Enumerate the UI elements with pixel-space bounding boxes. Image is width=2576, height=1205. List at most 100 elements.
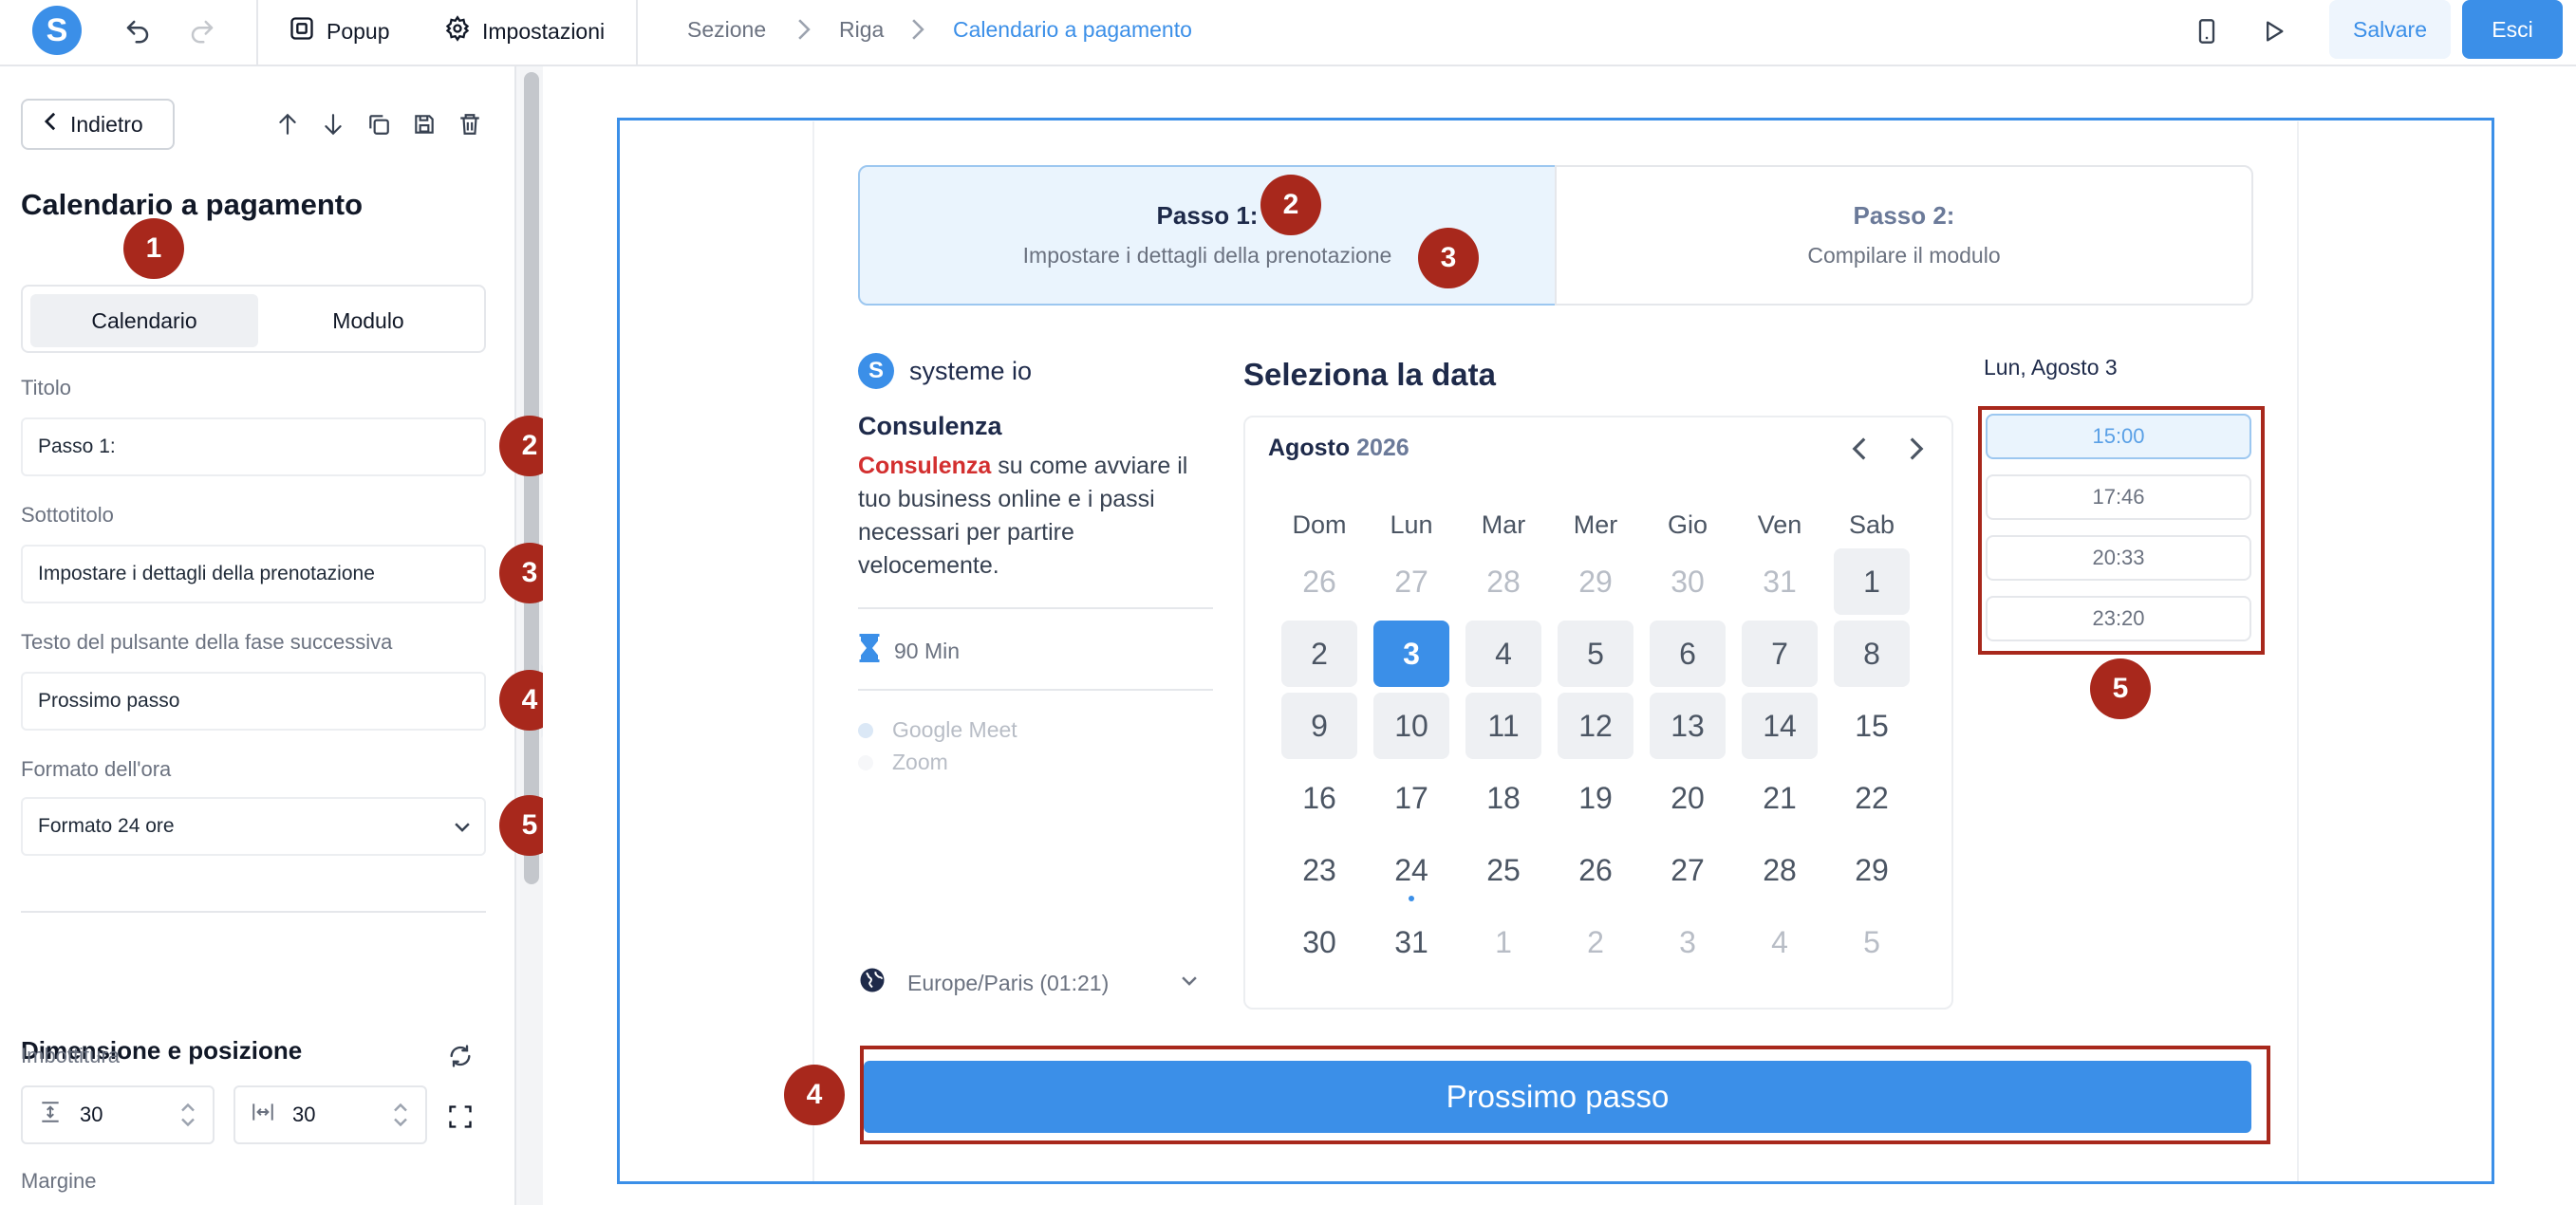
settings-button[interactable]: Impostazioni: [444, 13, 605, 49]
annotation-frame-next: [860, 1046, 2270, 1144]
calendar-day[interactable]: 10: [1373, 693, 1449, 759]
calendar-day: 29: [1578, 564, 1613, 599]
calendar-day[interactable]: 7: [1742, 621, 1818, 687]
reset-icon[interactable]: [444, 1040, 476, 1072]
calendar-day: 28: [1763, 852, 1797, 887]
location-label: Zoom: [892, 750, 948, 774]
breadcrumb-section[interactable]: Sezione: [687, 17, 766, 43]
weekday-header: Gio: [1667, 510, 1708, 539]
calendar-day: 5: [1863, 924, 1880, 959]
gear-icon: [444, 15, 471, 47]
today-indicator: [1409, 896, 1414, 901]
padding-horizontal-input[interactable]: 30: [233, 1085, 427, 1144]
weekday-header: Sab: [1848, 510, 1895, 539]
radio-icon: [858, 722, 873, 738]
systeme-logo[interactable]: S: [32, 6, 82, 55]
back-button[interactable]: Indietro: [21, 99, 175, 150]
calendar-day[interactable]: 8: [1834, 621, 1910, 687]
calendar-month: Agosto 2026: [1268, 435, 1409, 462]
prev-month-icon[interactable]: [1843, 433, 1876, 465]
calendar-day: 23: [1302, 852, 1336, 887]
next-month-icon[interactable]: [1900, 433, 1932, 465]
save-button[interactable]: Salvare: [2329, 0, 2451, 59]
systeme-logo: S: [858, 353, 894, 389]
padding-label: Imbottitura: [21, 1044, 120, 1067]
stepper-icon[interactable]: [178, 1101, 197, 1135]
step-1-title: Passo 1:: [1156, 201, 1259, 230]
event-title: Consulenza: [858, 412, 1002, 440]
padding-horizontal-value: 30: [292, 1103, 316, 1126]
duplicate-icon[interactable]: [363, 108, 395, 140]
calendar-day[interactable]: 5: [1558, 621, 1633, 687]
calendar-day[interactable]: 13: [1650, 693, 1726, 759]
expand-icon[interactable]: [444, 1101, 476, 1133]
calendar-day: 19: [1578, 780, 1613, 815]
weekday-header: Lun: [1390, 510, 1433, 539]
padding-vertical-input[interactable]: 30: [21, 1085, 215, 1144]
calendar-day: 21: [1763, 780, 1797, 815]
horizontal-padding-icon: [251, 1100, 275, 1130]
calendar-day: 24: [1394, 852, 1428, 887]
location-zoom[interactable]: Zoom: [858, 750, 948, 775]
calendar-day[interactable]: 14: [1742, 693, 1818, 759]
vertical-padding-icon: [38, 1100, 63, 1130]
calendar-day: 20: [1671, 780, 1705, 815]
breadcrumb-row[interactable]: Riga: [839, 17, 884, 43]
exit-button[interactable]: Esci: [2462, 0, 2563, 59]
time-format-label: Formato dell'ora: [21, 757, 172, 781]
trash-icon[interactable]: [454, 108, 486, 140]
weekday-header: Mar: [1481, 510, 1526, 539]
calendar-day: 29: [1855, 852, 1889, 887]
move-up-icon[interactable]: [271, 108, 304, 140]
toolbar-divider: [256, 0, 258, 65]
annotation-frame-slots: [1978, 406, 2265, 655]
location-label: Google Meet: [892, 717, 1017, 742]
hourglass-icon: [858, 634, 881, 668]
month-year: 2026: [1356, 435, 1409, 461]
location-google-meet[interactable]: Google Meet: [858, 717, 1017, 743]
breadcrumb-current[interactable]: Calendario a pagamento: [953, 17, 1192, 43]
calendar-day[interactable]: 12: [1558, 693, 1633, 759]
calendar-day-selected[interactable]: 3: [1373, 621, 1449, 687]
save-template-icon[interactable]: [408, 108, 440, 140]
time-format-select[interactable]: Formato 24 ore: [21, 797, 486, 856]
calendar-day[interactable]: 1: [1834, 548, 1910, 615]
event-description-highlight: Consulenza: [858, 453, 992, 479]
calendar-day[interactable]: 4: [1465, 621, 1541, 687]
subtitle-input[interactable]: Impostare i dettagli della prenotazione: [21, 545, 486, 603]
settings-panel: Indietro Calendario a pagamento Calendar…: [0, 66, 516, 1205]
calendar-day[interactable]: 6: [1650, 621, 1726, 687]
tab-form[interactable]: Modulo: [254, 294, 482, 347]
step-2-header: Passo 2: Compilare il modulo: [1555, 165, 2253, 306]
timezone-value: Europe/Paris (01:21): [907, 970, 1110, 995]
next-button-text-input[interactable]: Prossimo passo: [21, 672, 486, 731]
stepper-icon[interactable]: [391, 1101, 410, 1135]
calendar-day[interactable]: 9: [1281, 693, 1357, 759]
event-duration: 90 Min: [858, 634, 960, 668]
annotation-badge-2: 2: [1260, 175, 1321, 235]
timezone-select[interactable]: Europe/Paris (01:21): [858, 966, 1200, 1000]
selected-date-label: Lun, Agosto 3: [1984, 355, 2118, 380]
calendar-day: 15: [1855, 708, 1889, 743]
calendar-heading: Seleziona la data: [1243, 357, 1496, 392]
calendar-day[interactable]: 2: [1281, 621, 1357, 687]
calendar-form-toggle: Calendario Modulo: [21, 285, 486, 353]
title-input[interactable]: Passo 1:: [21, 417, 486, 476]
calendar-day: 26: [1302, 564, 1336, 599]
back-label: Indietro: [70, 111, 143, 137]
redo-icon[interactable]: [184, 13, 220, 49]
popup-button[interactable]: Popup: [289, 13, 390, 49]
popup-label: Popup: [327, 18, 390, 44]
mobile-preview-icon[interactable]: [2189, 13, 2225, 49]
play-preview-icon[interactable]: [2255, 13, 2291, 49]
brand-name: systeme io: [909, 356, 1033, 385]
move-down-icon[interactable]: [317, 108, 349, 140]
undo-icon[interactable]: [120, 13, 156, 49]
time-format-value: Formato 24 ore: [38, 815, 175, 837]
calendar-day[interactable]: 11: [1465, 693, 1541, 759]
panel-scrollbar-thumb[interactable]: [524, 72, 539, 884]
tab-calendar[interactable]: Calendario: [30, 294, 258, 347]
chevron-down-icon: [1179, 970, 1200, 996]
calendar-day: 16: [1302, 780, 1336, 815]
toolbar-divider: [636, 0, 638, 65]
